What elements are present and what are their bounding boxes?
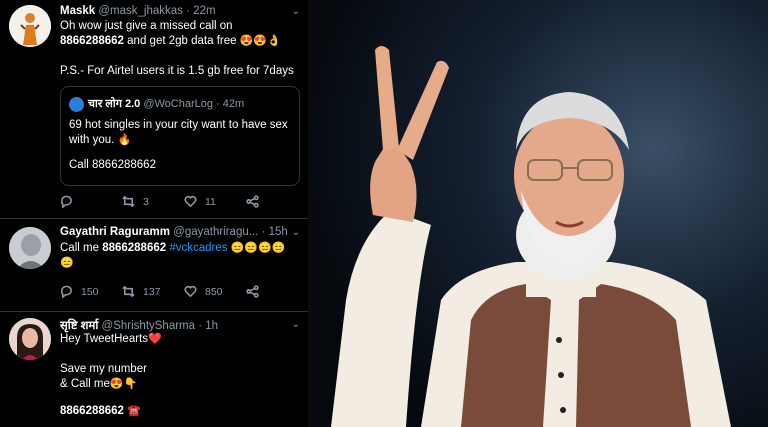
tweet-gayathri[interactable]: Gayathri Raguramm @gayathriragu... · 15h… (0, 219, 308, 311)
retweet-icon (122, 195, 135, 208)
separator: · (212, 98, 223, 110)
retweet-icon (122, 285, 135, 298)
twitter-feed-panel: Maskk @mask_jhakkas · 22m ⌄ Oh wow just … (0, 0, 308, 427)
tweet-text: Oh wow just give a missed call on 886628… (60, 19, 300, 79)
separator: · (182, 5, 194, 17)
quoted-tweet[interactable]: चार लोग 2.0 @WoCharLog · 42m 69 hot sing… (60, 86, 300, 186)
chevron-down-icon[interactable]: ⌄ (292, 227, 300, 238)
reply-icon (60, 285, 72, 298)
author-handle[interactable]: @mask_jhakkas (98, 5, 183, 17)
like-count: 11 (205, 195, 216, 208)
quoted-tweet-header: चार लोग 2.0 @WoCharLog · 42m (69, 96, 244, 112)
author-handle[interactable]: @gayathriragu... (173, 226, 258, 238)
author-name[interactable]: सृष्टि शर्मा (60, 320, 98, 332)
tweet-emoji: 😑 (60, 257, 74, 269)
tweet-line-2: Save my number (60, 363, 147, 375)
tweet-text-prefix: Call me (60, 242, 103, 254)
tweet-emoji: 😍😍👌 (239, 35, 281, 47)
share-button[interactable] (246, 195, 308, 208)
tweet-emoji: 😑😑😑😑 (230, 242, 286, 254)
tweet-line-2: 8866288662 and get 2gb data free 😍😍👌 (60, 34, 300, 49)
photo-man-victory-sign (311, 0, 768, 427)
retweet-button[interactable]: 3 (122, 195, 184, 208)
photo-illustration (311, 0, 768, 427)
separator: · (258, 226, 269, 238)
reply-button[interactable]: 150 (60, 285, 122, 298)
retweet-count: 3 (143, 195, 149, 208)
avatar-shrishty[interactable] (9, 318, 51, 360)
chevron-down-icon[interactable]: ⌄ (292, 319, 300, 330)
phone-number: 8866288662 (102, 242, 167, 254)
tweet-line-1: Hey TweetHearts (60, 333, 148, 345)
author-name[interactable]: Maskk (60, 5, 95, 17)
tweet-header: Maskk @mask_jhakkas · 22m (60, 5, 300, 17)
quoted-author-name: चार लोग 2.0 (88, 98, 141, 110)
share-button[interactable] (246, 285, 308, 298)
tweet-text: Hey TweetHearts❤️ Save my number & Call … (60, 332, 300, 419)
tweet-time[interactable]: 1h (205, 320, 218, 332)
separator: · (195, 320, 206, 332)
tweet-header: Gayathri Raguramm @gayathriragu... · 15h (60, 226, 300, 238)
avatar-shrishty-image (9, 318, 51, 360)
tweet-time[interactable]: 22m (193, 5, 215, 17)
avatar-maskk[interactable] (9, 5, 51, 47)
fire-emoji: 🔥 (117, 134, 132, 146)
tweet-shrishty[interactable]: सृष्टि शर्मा @ShrishtySharma · 1h ⌄ Hey … (0, 312, 308, 427)
retweet-button[interactable]: 137 (122, 285, 184, 298)
hashtag-link[interactable]: #vckcadres (169, 242, 227, 254)
quoted-author-handle: @WoCharLog (143, 98, 213, 110)
tweet-line-3: & Call me (60, 378, 110, 390)
like-count: 850 (205, 285, 223, 298)
tweet-time[interactable]: 15h (269, 226, 288, 238)
avatar-gayathri[interactable] (9, 227, 51, 269)
share-icon (246, 285, 259, 298)
like-button[interactable]: 850 (184, 285, 246, 298)
tweet-emoji: 😍👇 (109, 378, 138, 390)
phone-number: 8866288662 (60, 35, 124, 47)
tweet-line-3: P.S.- For Airtel users it is 1.5 gb free… (60, 65, 294, 77)
author-handle[interactable]: @ShrishtySharma (102, 320, 195, 332)
heart-icon (184, 285, 197, 298)
avatar-gayathri-image (9, 227, 51, 269)
avatar-maskk-image (9, 5, 51, 47)
quoted-tweet-time: 42m (222, 98, 245, 110)
tweet-maskk[interactable]: Maskk @mask_jhakkas · 22m ⌄ Oh wow just … (0, 0, 308, 218)
tweet-header: सृष्टि शर्मा @ShrishtySharma · 1h (60, 318, 300, 333)
quoted-call-line: Call 8866288662 (69, 159, 156, 171)
quoted-tweet-text: 69 hot singles in your city want to have… (69, 118, 291, 173)
chevron-down-icon[interactable]: ⌄ (292, 6, 300, 17)
share-icon (246, 195, 259, 208)
heart-icon (184, 195, 197, 208)
tweet-line-2-text: and get 2gb data free (123, 35, 237, 47)
telephone-emoji: ☎️ (127, 405, 141, 417)
tweet-actions: 3 11 (60, 195, 308, 208)
heart-emoji: ❤️ (148, 333, 162, 345)
reply-count: 150 (81, 285, 99, 298)
quoted-avatar-icon (69, 96, 84, 112)
reply-button[interactable] (60, 195, 122, 208)
reply-icon (60, 195, 72, 208)
like-button[interactable]: 11 (184, 195, 246, 208)
tweet-line-1: Oh wow just give a missed call on (60, 20, 233, 32)
retweet-count: 137 (143, 285, 161, 298)
quoted-text: 69 hot singles in your city want to have… (69, 119, 288, 146)
phone-number: 8866288662 (60, 405, 124, 417)
author-name[interactable]: Gayathri Raguramm (60, 226, 170, 238)
tweet-actions: 150 137 850 (60, 285, 308, 298)
tweet-text: Call me 8866288662 #vckcadres 😑😑😑😑 😑 (60, 241, 300, 271)
